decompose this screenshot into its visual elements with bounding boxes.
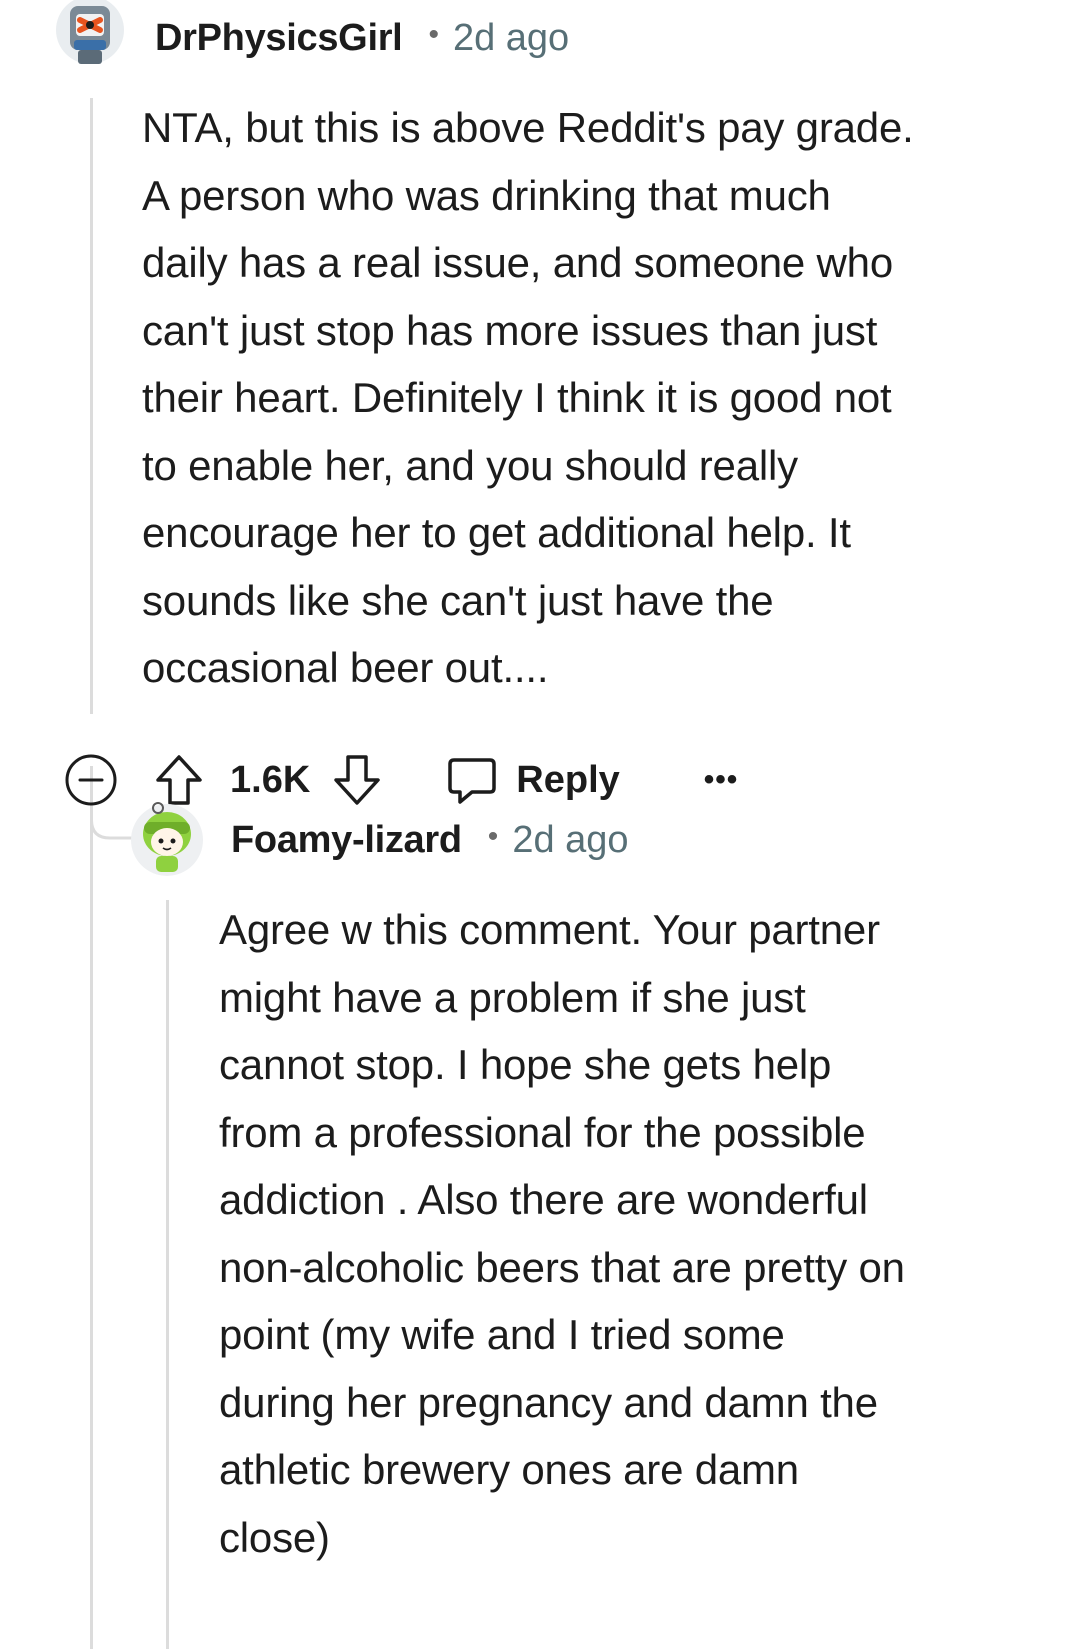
timestamp[interactable]: 2d ago [453,17,569,60]
reply-button[interactable]: Reply [446,754,620,806]
more-options-icon[interactable]: ••• [704,763,739,797]
reply-label: Reply [516,758,620,801]
comment-body: NTA, but this is above Reddit's pay grad… [142,104,914,691]
reply-timestamp[interactable]: 2d ago [512,819,628,862]
collapse-icon[interactable] [64,753,118,807]
reply-icon [446,754,498,806]
comment-action-bar: 1.6K Reply ••• [64,740,1024,820]
separator-dot: • [428,18,439,51]
thread-line-reply[interactable] [166,900,169,1649]
reply-body: Agree w this comment. Your partner might… [219,906,905,1561]
thread-line-main-lower[interactable] [90,766,93,1649]
vote-score: 1.6K [230,758,311,801]
thread-line-main[interactable] [90,98,93,714]
downvote-icon[interactable] [332,753,382,807]
username[interactable]: DrPhysicsGirl [155,17,403,60]
comment-header: DrPhysicsGirl • 2d ago [155,8,569,68]
reply-avatar[interactable] [130,800,204,876]
upvote-icon[interactable] [154,753,204,807]
reply-separator-dot: • [487,820,499,853]
avatar[interactable] [56,0,124,72]
reply-username[interactable]: Foamy-lizard [231,819,462,862]
reply-header: Foamy-lizard • 2d ago [231,810,629,870]
